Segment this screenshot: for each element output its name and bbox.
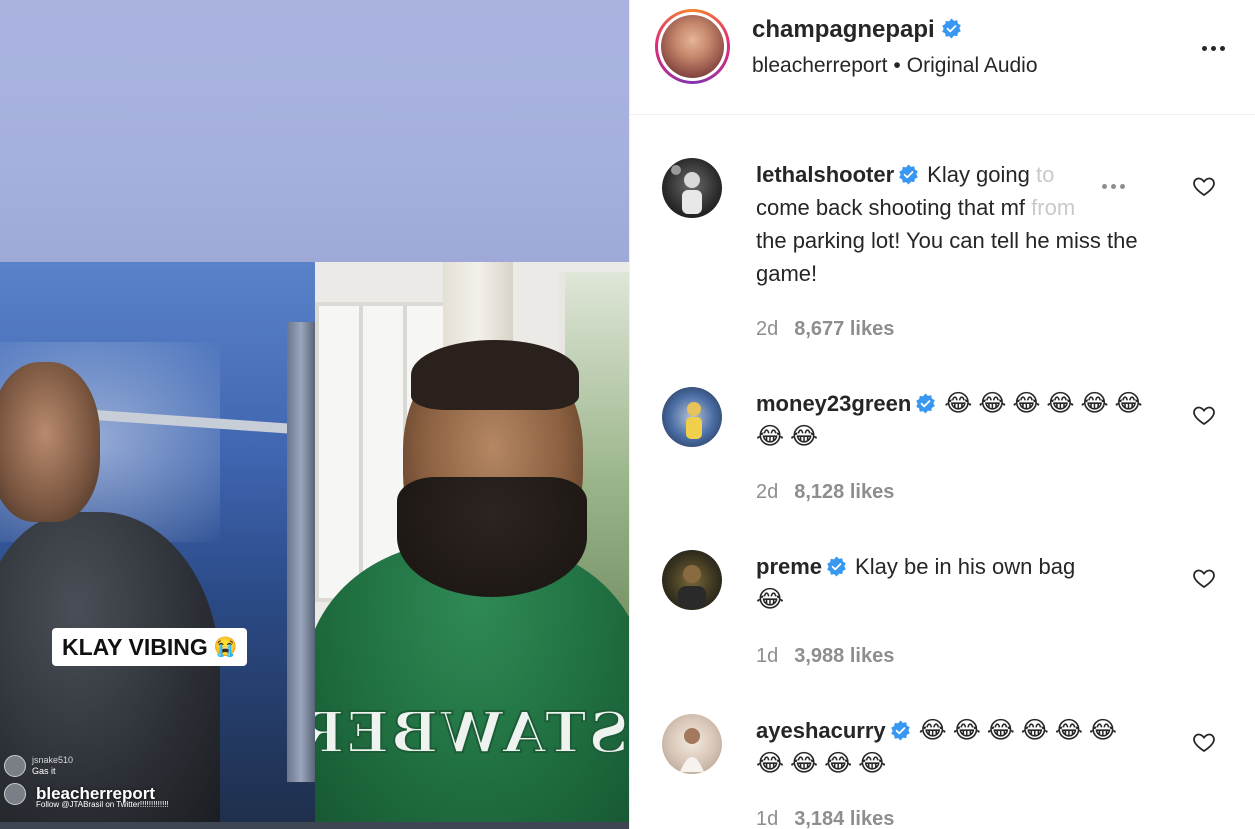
avatar[interactable]: [662, 158, 722, 218]
audio-link[interactable]: Original Audio: [907, 54, 1038, 77]
comment-meta: 1d 3,184 likes: [756, 808, 894, 829]
media-top-backdrop: [0, 0, 629, 262]
comment-likes[interactable]: 8,128 likes: [794, 481, 894, 503]
comment-more-icon[interactable]: [1102, 184, 1125, 189]
heart-icon[interactable]: [1192, 730, 1216, 754]
overlay-caption-text: KLAY VIBING: [62, 633, 208, 660]
comment-text: money23green 😂😂😂😂😂😂😂😂: [756, 387, 1156, 453]
background-pole: [287, 322, 315, 782]
verified-badge-icon: [890, 720, 910, 741]
avatar[interactable]: [662, 714, 722, 774]
live-pane-left: [0, 262, 315, 822]
comment-meta: 1d 3,988 likes: [756, 645, 894, 668]
live-comment-avatar: [4, 755, 26, 777]
post-subtitle: bleacherreport • Original Audio: [752, 54, 1038, 78]
comment-age: 1d: [756, 645, 779, 667]
comment-age: 2d: [756, 481, 779, 503]
post-media[interactable]: STAWBERS KLAY VIBING 😭 jsnake510 Gas it …: [0, 0, 629, 829]
player-silhouette-icon: [671, 165, 702, 214]
heart-icon[interactable]: [1192, 403, 1216, 427]
comment-meta: 2d 8,128 likes: [756, 481, 894, 504]
player-silhouette-icon: [686, 402, 702, 439]
avatar[interactable]: [662, 387, 722, 447]
live-comment-user: jsnake510: [32, 755, 74, 765]
comment-username[interactable]: ayeshacurry: [756, 718, 886, 743]
post-side-panel: champagnepapi bleacherreport • Original Au…: [629, 0, 1255, 829]
comment-likes[interactable]: 3,988 likes: [794, 645, 894, 667]
person-beard: [397, 477, 587, 597]
overlay-caption-badge: KLAY VIBING 😭: [52, 628, 248, 666]
avatar[interactable]: [662, 550, 722, 610]
person-silhouette-icon: [680, 728, 704, 772]
laughing-emoji-icon: 😂: [756, 586, 791, 613]
story-ring[interactable]: [655, 9, 730, 84]
comment-username[interactable]: preme: [756, 554, 822, 579]
comment-text: ayeshacurry 😂😂😂😂😂😂😂😂😂😂: [756, 714, 1156, 780]
comment-likes[interactable]: 8,677 likes: [794, 318, 894, 340]
hoodie-print: STAWBERS: [315, 699, 629, 767]
live-comment-avatar: [4, 783, 26, 805]
comment-text: preme Klay be in his own bag 😂: [756, 554, 1076, 613]
person-silhouette-icon: [678, 565, 706, 608]
separator-dot: •: [893, 54, 901, 77]
tagged-account-link[interactable]: bleacherreport: [752, 54, 887, 77]
media-bottom-bar: [0, 822, 629, 829]
live-pane-right: STAWBERS: [315, 262, 629, 822]
comment-age: 1d: [756, 808, 779, 829]
comment-likes[interactable]: 3,184 likes: [794, 808, 894, 829]
live-comment-text: Gas it: [32, 766, 56, 776]
comment-username[interactable]: lethalshooter: [756, 162, 894, 187]
person-head: [0, 362, 100, 522]
comment-meta: 2d 8,677 likes: [756, 318, 894, 341]
verified-badge-icon: [827, 556, 846, 577]
comment-username[interactable]: money23green: [756, 391, 911, 416]
comments-list: lethalshooter Klay going to come back sho…: [630, 116, 1255, 829]
heart-icon[interactable]: [1192, 566, 1216, 590]
person-hair: [411, 340, 579, 410]
heart-icon[interactable]: [1192, 174, 1216, 198]
verified-badge-icon: [916, 393, 936, 414]
live-comment-text-2: Follow @JTABrasil on Twitter!!!!!!!!!!!!…: [36, 800, 169, 809]
post-header: champagnepapi bleacherreport • Original Au…: [630, 0, 1255, 115]
comment-age: 2d: [756, 318, 779, 340]
post-username[interactable]: champagnepapi: [752, 16, 935, 43]
more-options-icon[interactable]: [1198, 38, 1228, 58]
comment-text: lethalshooter Klay going to come back sho…: [756, 162, 1138, 286]
verified-badge-icon: [899, 164, 918, 185]
avatar: [661, 15, 724, 78]
crying-emoji-icon: 😭: [213, 637, 238, 658]
live-comment: jsnake510 Gas it: [4, 752, 304, 780]
verified-badge-icon: [941, 18, 961, 39]
